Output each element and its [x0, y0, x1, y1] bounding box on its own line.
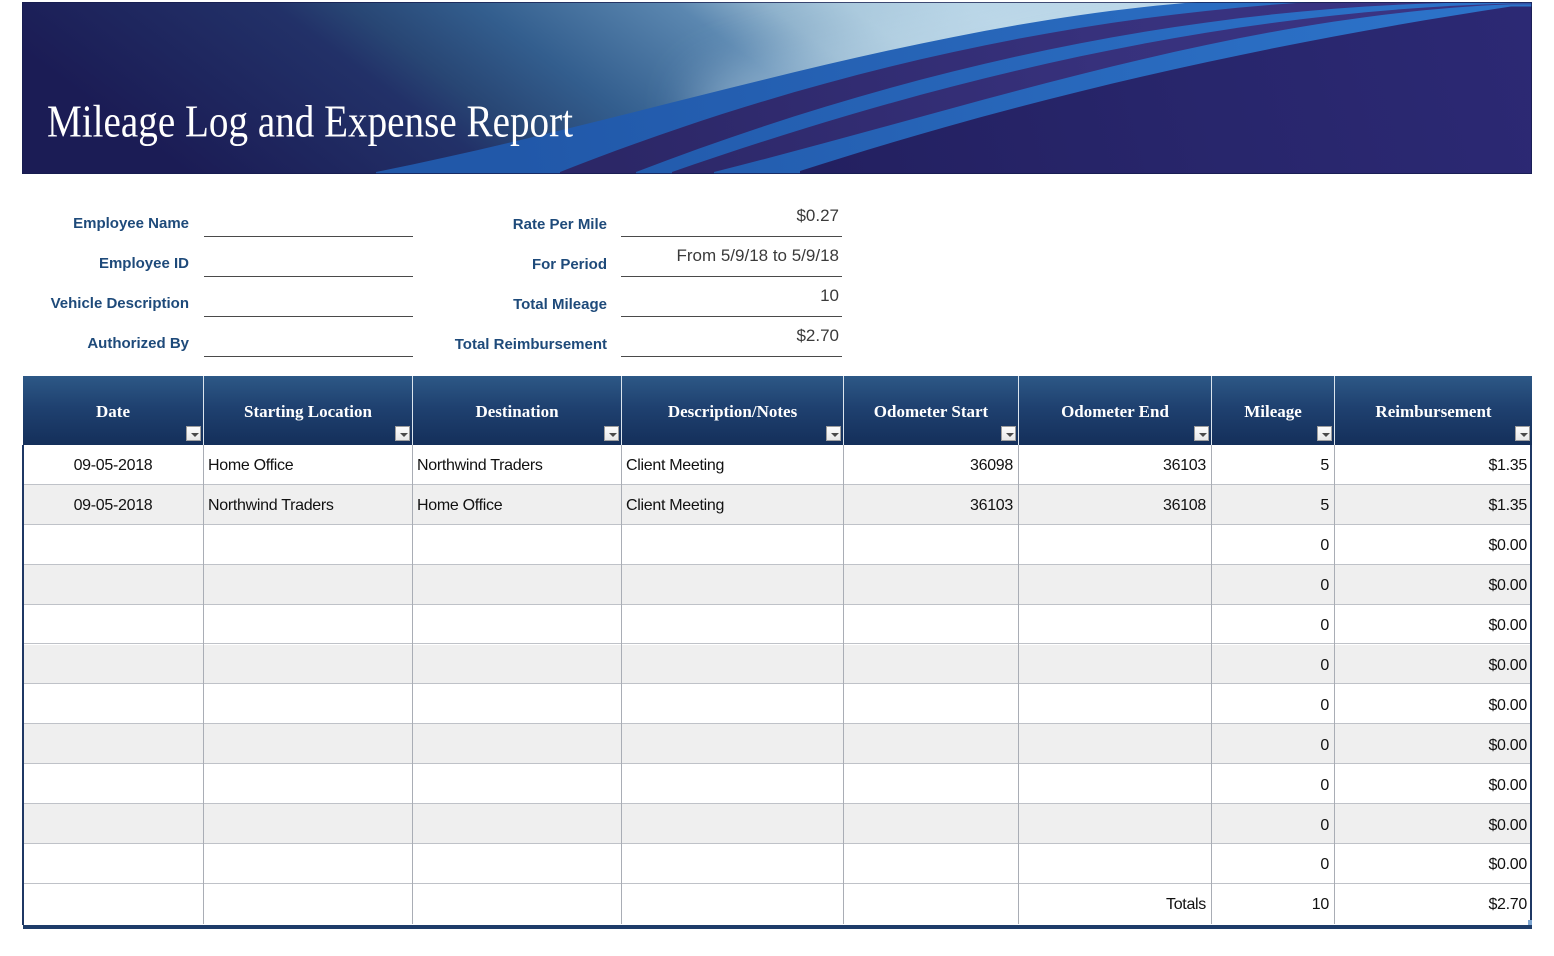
svg-text:Mileage Log and Expense Report: Mileage Log and Expense Report — [47, 96, 573, 147]
